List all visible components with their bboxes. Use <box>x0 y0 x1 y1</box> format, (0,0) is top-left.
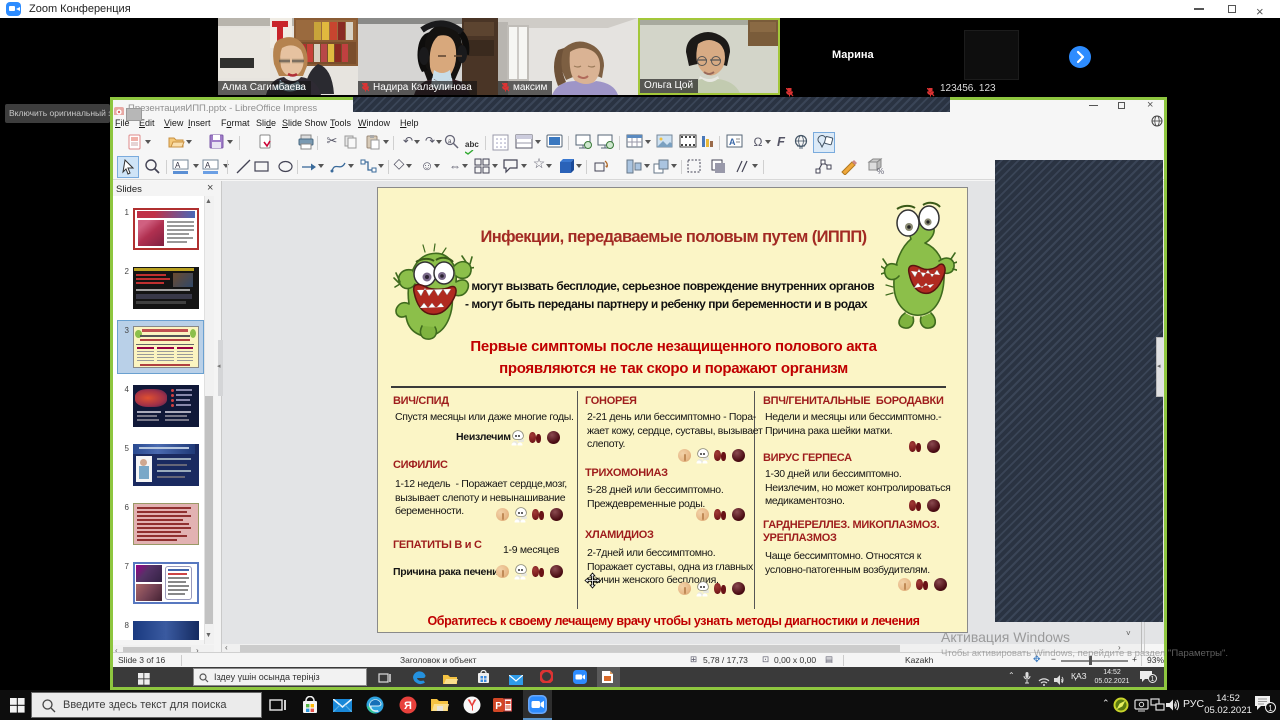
svg-text:A: A <box>729 137 736 147</box>
svg-text:Я: Я <box>404 700 412 712</box>
svg-text:P: P <box>495 701 502 712</box>
svg-text:A: A <box>205 161 211 170</box>
svg-text:%: % <box>877 167 884 175</box>
svg-text:A: A <box>175 161 181 170</box>
